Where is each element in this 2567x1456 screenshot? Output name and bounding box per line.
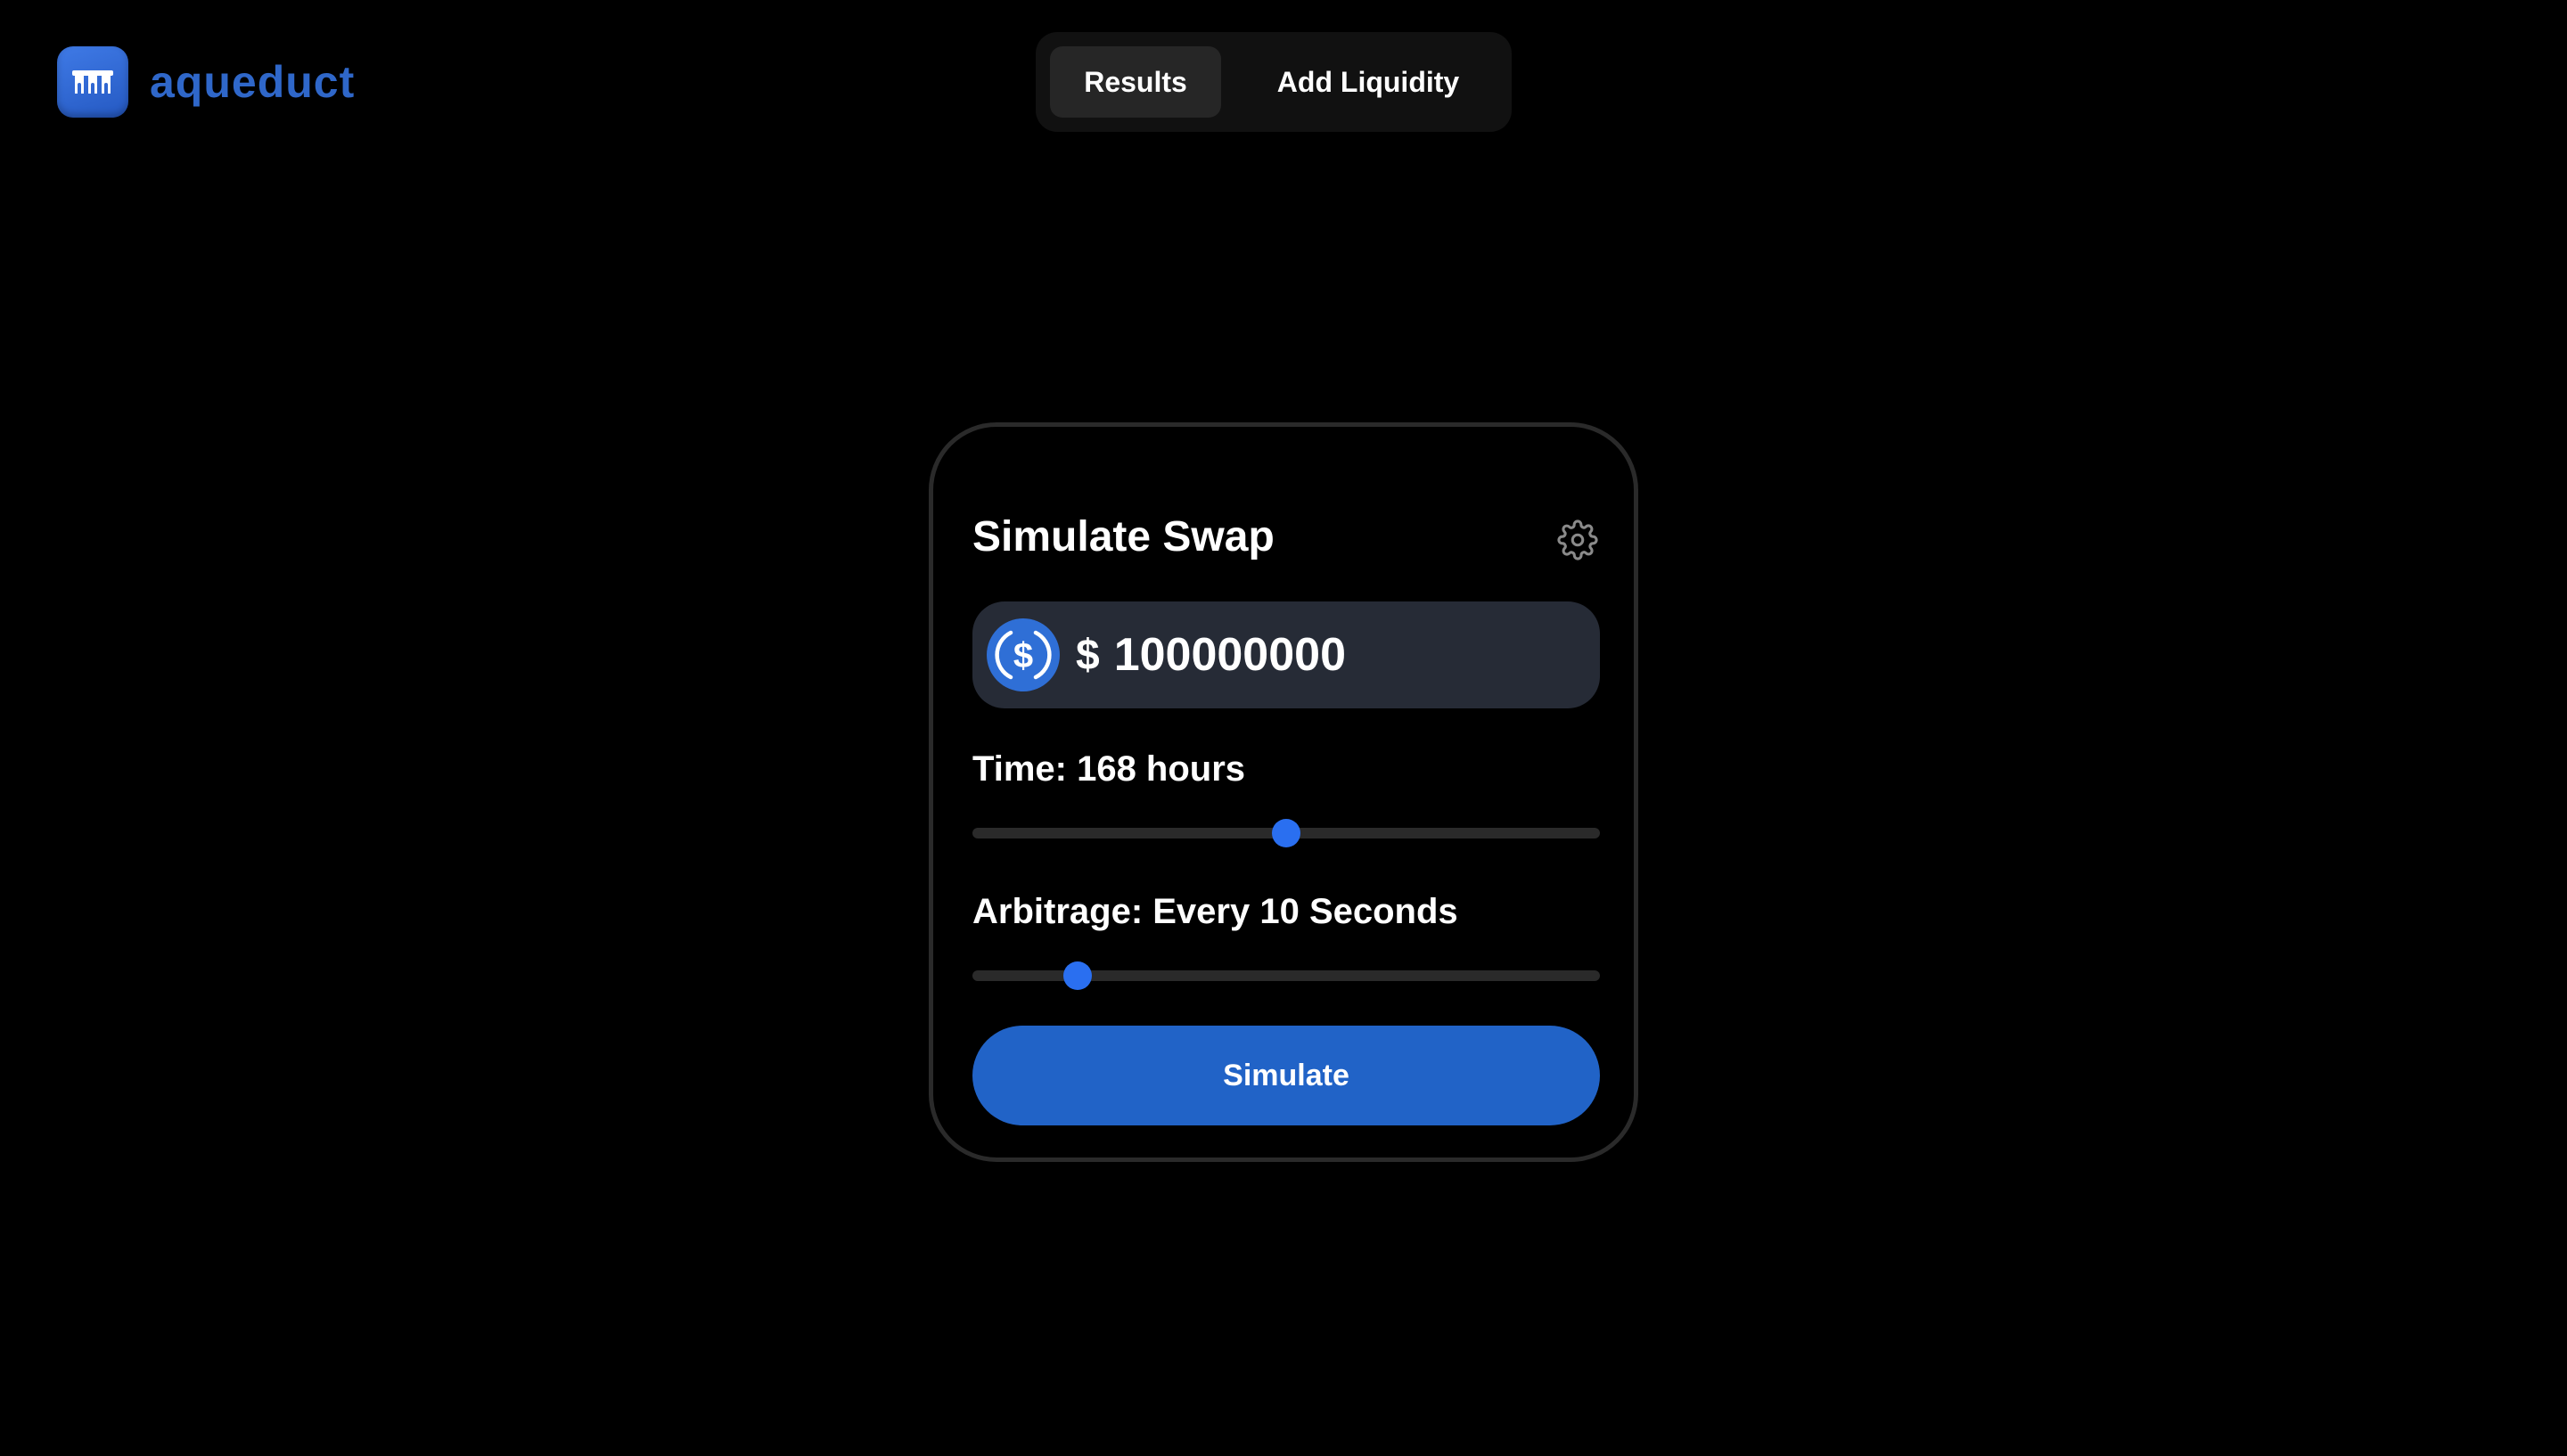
tab-results[interactable]: Results xyxy=(1050,46,1221,118)
brand-name: aqueduct xyxy=(150,57,356,107)
time-slider[interactable] xyxy=(972,819,1600,847)
svg-text:$: $ xyxy=(1013,636,1033,675)
tab-add-liquidity[interactable]: Add Liquidity xyxy=(1239,46,1497,118)
simulate-swap-card: Simulate Swap $ $ Time: 168 hours Arbitr… xyxy=(929,422,1638,1162)
usdc-icon: $ xyxy=(987,618,1060,691)
arbitrage-slider[interactable] xyxy=(972,961,1600,990)
aqueduct-logo-icon xyxy=(57,46,128,118)
amount-input[interactable] xyxy=(1113,628,1595,682)
card-title: Simulate Swap xyxy=(972,513,1275,560)
simulate-button[interactable]: Simulate xyxy=(972,1026,1600,1125)
arbitrage-label: Arbitrage: Every 10 Seconds xyxy=(972,892,1458,931)
amount-field[interactable]: $ $ xyxy=(972,601,1600,708)
brand-logo[interactable]: aqueduct xyxy=(57,46,355,118)
app-page: aqueduct Results Add Liquidity Simulate … xyxy=(0,0,2567,1456)
time-label: Time: 168 hours xyxy=(972,749,1246,789)
time-slider-thumb[interactable] xyxy=(1272,819,1300,847)
top-nav-tabs: Results Add Liquidity xyxy=(1036,32,1512,132)
gear-icon[interactable] xyxy=(1557,519,1598,560)
arbitrage-slider-thumb[interactable] xyxy=(1063,961,1093,990)
currency-symbol: $ xyxy=(1076,631,1100,679)
